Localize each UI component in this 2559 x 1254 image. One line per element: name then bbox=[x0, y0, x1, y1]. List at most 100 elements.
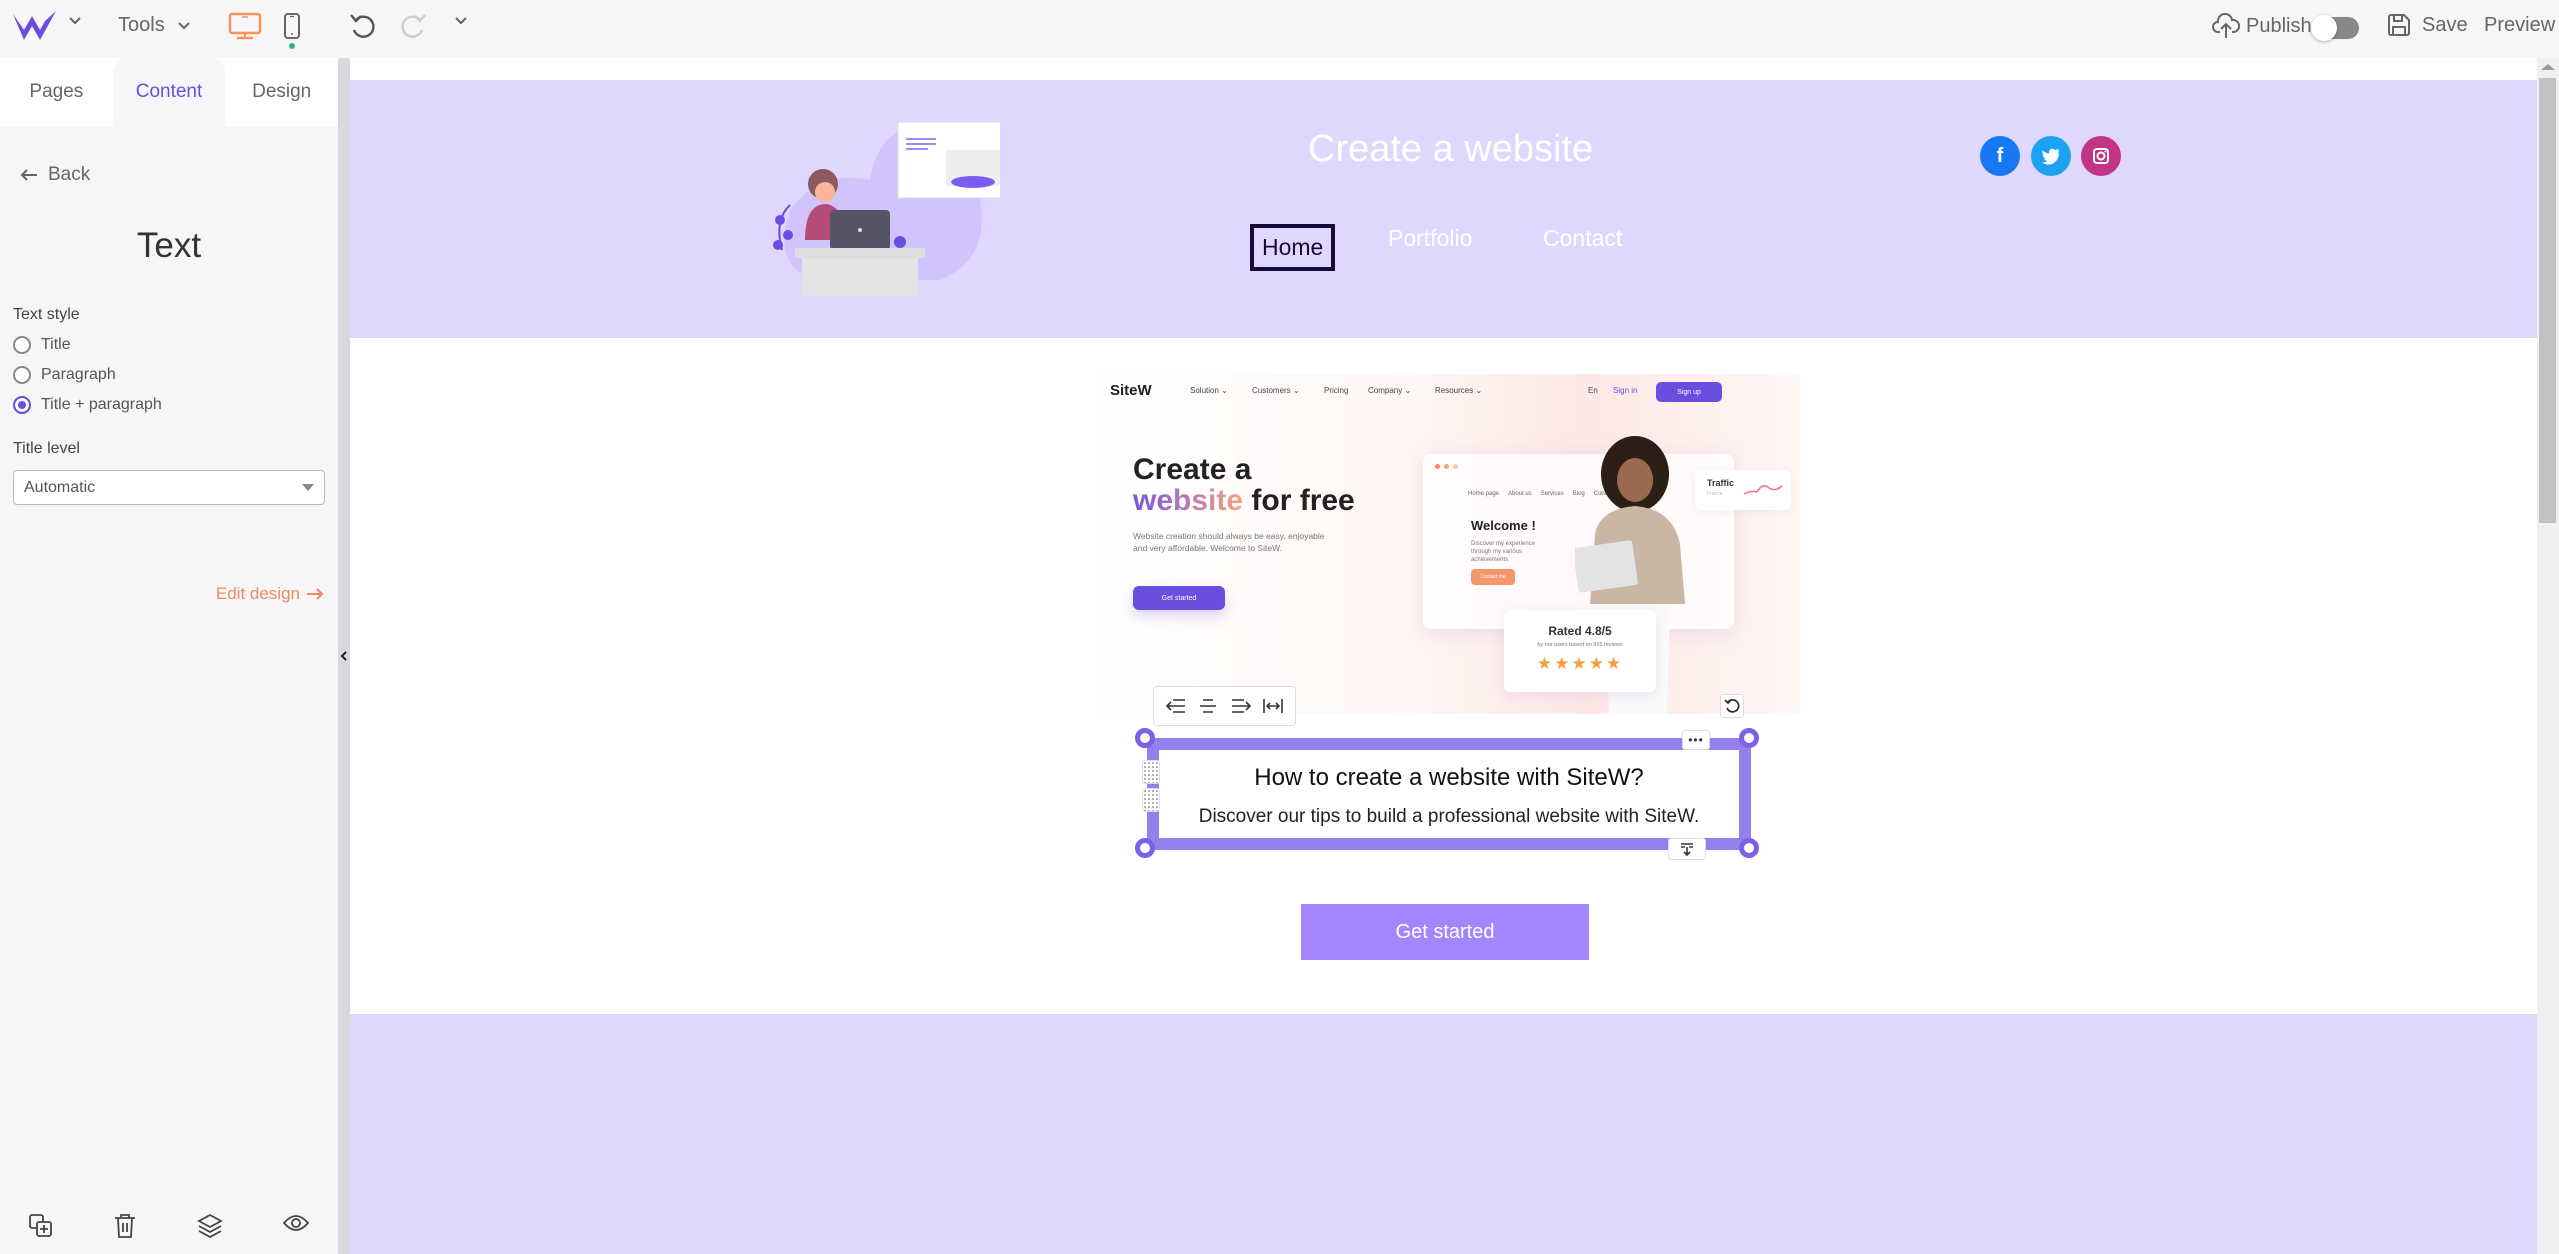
drag-handle-paragraph[interactable] bbox=[1142, 788, 1160, 812]
desktop-icon bbox=[228, 12, 262, 40]
floppy-disk-icon bbox=[2388, 14, 2410, 36]
hero-nav-item: Pricing bbox=[1324, 386, 1349, 395]
scrollbar-thumb[interactable] bbox=[2539, 78, 2556, 523]
text-block-paragraph[interactable]: Discover our tips to build a professiona… bbox=[1147, 806, 1751, 828]
nav-contact[interactable]: Contact bbox=[1543, 225, 1622, 252]
canvas-scrollbar[interactable] bbox=[2537, 58, 2559, 1254]
edit-design-link[interactable]: Edit design bbox=[216, 584, 324, 604]
back-link[interactable]: Back bbox=[20, 164, 90, 186]
hero-headline-line1: Create a bbox=[1133, 453, 1252, 486]
rating-sub: by our users based on 915 reviews bbox=[1537, 642, 1623, 648]
next-section[interactable] bbox=[350, 1014, 2537, 1254]
text-style-label: Text style bbox=[13, 306, 80, 323]
radio-paragraph[interactable]: Paragraph bbox=[13, 366, 116, 384]
rating-card: Rated 4.8/5 by our users based on 915 re… bbox=[1504, 610, 1656, 692]
panel-title: Text bbox=[136, 226, 202, 265]
get-started-button[interactable]: Get started bbox=[1301, 904, 1589, 960]
rating-title: Rated 4.8/5 bbox=[1548, 624, 1612, 638]
chevron-down-icon bbox=[69, 17, 81, 25]
duplicate-button[interactable] bbox=[28, 1213, 54, 1239]
full-width-button[interactable] bbox=[1262, 697, 1284, 715]
publish-toggle[interactable] bbox=[2311, 15, 2359, 41]
save-button[interactable]: Save bbox=[2386, 12, 2468, 38]
reset-button[interactable] bbox=[1720, 694, 1744, 718]
nav-home[interactable]: Home bbox=[1250, 224, 1336, 271]
arrow-right-icon bbox=[307, 588, 324, 600]
twitter-link[interactable] bbox=[2031, 136, 2071, 176]
align-center-icon bbox=[1200, 699, 1217, 713]
traffic-card: Traffic France bbox=[1695, 470, 1791, 510]
title-level-label: Title level bbox=[13, 440, 80, 457]
tab-content[interactable]: Content bbox=[112, 58, 226, 126]
resize-handle-top-left[interactable] bbox=[1135, 728, 1155, 748]
hero-screenshot-image[interactable]: SiteW Solution ⌄ Customers ⌄ Pricing Com… bbox=[1090, 374, 1800, 714]
hero-sign-up: Sign up bbox=[1656, 382, 1722, 402]
visibility-button[interactable] bbox=[282, 1213, 310, 1233]
w-logo-icon bbox=[13, 11, 56, 40]
hero-lang: En bbox=[1588, 386, 1598, 395]
resize-handle-bottom-left[interactable] bbox=[1135, 838, 1155, 858]
facebook-link[interactable]: f bbox=[1980, 136, 2020, 176]
tab-design[interactable]: Design bbox=[225, 58, 338, 126]
chevron-left-icon bbox=[340, 651, 347, 661]
nav-portfolio[interactable]: Portfolio bbox=[1388, 225, 1472, 252]
traffic-title: Traffic bbox=[1707, 478, 1735, 488]
radio-title[interactable]: Title bbox=[13, 336, 71, 354]
publish-button[interactable]: Publish bbox=[2212, 12, 2312, 40]
tab-pages[interactable]: Pages bbox=[0, 58, 113, 126]
tools-menu[interactable]: Tools bbox=[118, 14, 191, 37]
preview-button[interactable]: Preview bbox=[2484, 14, 2555, 37]
align-right-button[interactable] bbox=[1230, 697, 1252, 715]
radio-title-paragraph[interactable]: Title + paragraph bbox=[13, 396, 162, 414]
save-label: Save bbox=[2422, 13, 2468, 36]
delete-button[interactable] bbox=[113, 1213, 137, 1239]
hero-nav-item: Resources ⌄ bbox=[1435, 386, 1483, 395]
radio-circle bbox=[13, 336, 31, 354]
site-header-section[interactable]: Create a website Home Portfolio Contact … bbox=[350, 80, 2537, 338]
mobile-view-button[interactable] bbox=[282, 12, 302, 52]
hero-headline-line2: for free bbox=[1243, 484, 1355, 517]
radio-label: Title bbox=[41, 336, 71, 353]
insert-below-button[interactable] bbox=[1668, 838, 1706, 860]
cloud-upload-icon bbox=[2212, 12, 2240, 38]
sidebar-collapse-handle[interactable] bbox=[338, 58, 350, 1254]
history-menu-chevron[interactable] bbox=[454, 16, 468, 26]
radio-circle bbox=[13, 366, 31, 384]
woman-at-laptop-illustration bbox=[773, 121, 1000, 296]
sitew-logo[interactable] bbox=[12, 8, 58, 44]
drag-handle-title[interactable] bbox=[1142, 760, 1160, 784]
instagram-link[interactable] bbox=[2081, 136, 2121, 176]
resize-handle-bottom-right[interactable] bbox=[1739, 838, 1759, 858]
radio-circle-selected bbox=[13, 396, 31, 414]
selected-text-block[interactable] bbox=[1147, 738, 1751, 850]
text-block-title[interactable]: How to create a website with SiteW? bbox=[1147, 764, 1751, 792]
logo-menu-chevron[interactable] bbox=[68, 16, 82, 26]
hero-nav-item: Customers ⌄ bbox=[1252, 386, 1300, 395]
desktop-view-button[interactable] bbox=[228, 12, 262, 40]
scroll-up-arrow-icon[interactable] bbox=[2541, 64, 2555, 70]
hero-headline: Create a website for free bbox=[1133, 454, 1355, 516]
undo-button[interactable] bbox=[348, 12, 378, 40]
site-title[interactable]: Create a website bbox=[1308, 128, 1593, 171]
title-level-select[interactable]: Automatic bbox=[13, 470, 325, 505]
mock-contact-button: Contact me bbox=[1471, 569, 1515, 585]
toggle-knob bbox=[2311, 15, 2337, 41]
mock-nav-item: Services bbox=[1540, 491, 1564, 497]
traffic-sparkline bbox=[1743, 485, 1783, 495]
edit-design-label: Edit design bbox=[215, 584, 300, 603]
mock-welcome: Welcome ! bbox=[1471, 518, 1536, 533]
eye-icon bbox=[282, 1215, 310, 1231]
radio-label: Paragraph bbox=[41, 366, 116, 383]
page-canvas: Create a website Home Portfolio Contact … bbox=[350, 58, 2537, 1254]
redo-button[interactable] bbox=[398, 12, 428, 40]
redo-icon bbox=[401, 14, 426, 38]
tools-label: Tools bbox=[118, 14, 165, 36]
back-label: Back bbox=[48, 164, 91, 185]
resize-handle-top-right[interactable] bbox=[1739, 728, 1759, 748]
align-left-button[interactable] bbox=[1165, 697, 1187, 715]
more-options-button[interactable]: ••• bbox=[1682, 730, 1710, 750]
layers-button[interactable] bbox=[197, 1213, 223, 1239]
hero-get-started: Get started bbox=[1133, 586, 1225, 610]
facebook-icon: f bbox=[1996, 144, 2004, 167]
align-center-button[interactable] bbox=[1197, 697, 1219, 715]
